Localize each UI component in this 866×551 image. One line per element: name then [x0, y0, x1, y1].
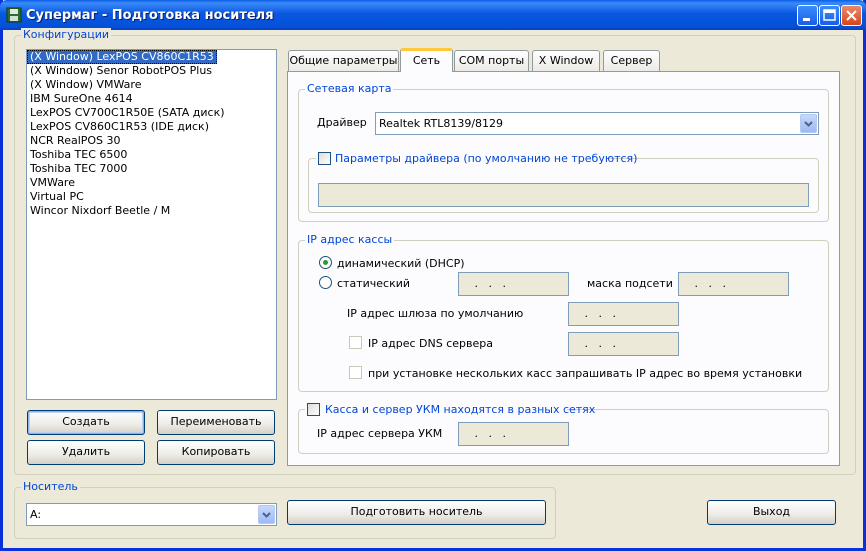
delete-button[interactable]: Удалить	[27, 440, 145, 465]
window-title: Супермаг - Подготовка носителя	[26, 8, 274, 23]
list-item[interactable]: (X Window) LexPOS CV860C1R53	[27, 50, 217, 64]
list-item[interactable]: VMWare	[27, 176, 276, 190]
floppy-disk-icon	[6, 7, 22, 23]
configs-listbox[interactable]: (X Window) LexPOS CV860C1R53 (X Window) S…	[26, 49, 277, 400]
minimize-button[interactable]	[797, 5, 818, 26]
list-item[interactable]: Toshiba TEC 6500	[27, 148, 276, 162]
configs-group-label: Конфигурации	[21, 28, 112, 41]
ukm-checkbox[interactable]	[307, 403, 320, 416]
driver-label: Драйвер	[317, 116, 367, 129]
ask-ip-checkbox[interactable]	[349, 366, 362, 379]
chevron-down-icon	[262, 512, 271, 518]
configs-list: (X Window) LexPOS CV860C1R53 (X Window) S…	[27, 50, 276, 218]
gateway-label: IP адрес шлюза по умолчанию	[347, 307, 524, 320]
radio-selected-dot	[323, 260, 328, 265]
prepare-media-button[interactable]: Подготовить носитель	[287, 500, 546, 525]
dhcp-label: динамический (DHCP)	[337, 257, 465, 270]
ukm-label: Касса и сервер УКМ находятся в разных се…	[325, 403, 596, 416]
drive-select-value: A:	[30, 508, 42, 521]
static-ip-field[interactable]: . . .	[458, 272, 569, 296]
tab-network[interactable]: Сеть	[400, 48, 453, 72]
list-item[interactable]: Wincor Nixdorf Beetle / M	[27, 204, 276, 218]
static-radio[interactable]	[319, 276, 332, 289]
dns-field[interactable]: . . .	[568, 332, 679, 356]
nic-group-label: Сетевая карта	[305, 82, 394, 95]
static-label: статический	[337, 277, 411, 290]
close-button[interactable]	[841, 5, 862, 26]
driver-select-value: Realtek RTL8139/8129	[379, 117, 504, 130]
driver-select[interactable]: Realtek RTL8139/8129	[375, 112, 819, 135]
main-window: Супермаг - Подготовка носителя Конфигура…	[0, 0, 866, 551]
mask-field[interactable]: . . .	[678, 272, 789, 296]
driver-dropdown-button[interactable]	[800, 114, 817, 133]
drive-select[interactable]: A:	[26, 503, 277, 526]
minimize-icon	[803, 18, 810, 21]
driver-params-checkbox[interactable]	[318, 152, 331, 165]
maximize-icon	[823, 9, 836, 21]
list-item[interactable]: Toshiba TEC 7000	[27, 162, 276, 176]
rename-button[interactable]: Переименовать	[157, 410, 275, 435]
driver-params-label: Параметры драйвера (по умолчанию не треб…	[335, 152, 638, 165]
list-item[interactable]: (X Window) VMWare	[27, 78, 276, 92]
drive-dropdown-button[interactable]	[258, 505, 275, 524]
media-group-label: Носитель	[21, 480, 80, 493]
title-bar[interactable]: Супермаг - Подготовка носителя	[0, 0, 866, 30]
dns-checkbox[interactable]	[349, 336, 362, 349]
mask-label: маска подсети	[587, 277, 673, 290]
copy-button[interactable]: Копировать	[157, 440, 275, 465]
list-item[interactable]: LexPOS CV700C1R50E (SATA диск)	[27, 106, 276, 120]
maximize-button[interactable]	[819, 5, 840, 26]
ukm-server-ip-label: IP адрес сервера УКМ	[317, 427, 443, 440]
tab-general[interactable]: Общие параметры	[288, 50, 399, 71]
tab-com-ports[interactable]: COM порты	[454, 50, 529, 71]
chevron-down-icon	[804, 121, 813, 127]
exit-button[interactable]: Выход	[707, 500, 836, 525]
ask-ip-label: при установке нескольких касс запрашиват…	[368, 367, 803, 380]
dns-label: IP адрес DNS сервера	[368, 337, 493, 350]
close-icon	[846, 10, 857, 21]
ukm-server-ip-field[interactable]: . . .	[458, 422, 569, 446]
gateway-field[interactable]: . . .	[568, 302, 679, 326]
driver-params-field[interactable]	[318, 183, 809, 207]
tab-x-window[interactable]: X Window	[532, 50, 600, 71]
ip-group-label: IP адрес кассы	[305, 233, 395, 246]
create-button[interactable]: Создать	[27, 410, 145, 435]
list-item[interactable]: NCR RealPOS 30	[27, 134, 276, 148]
list-item[interactable]: LexPOS CV860C1R53 (IDE диск)	[27, 120, 276, 134]
dhcp-radio[interactable]	[319, 256, 332, 269]
list-item[interactable]: IBM SureOne 4614	[27, 92, 276, 106]
tab-server[interactable]: Сервер	[603, 50, 660, 71]
list-item[interactable]: Virtual PC	[27, 190, 276, 204]
list-item[interactable]: (X Window) Senor RobotPOS Plus	[27, 64, 276, 78]
